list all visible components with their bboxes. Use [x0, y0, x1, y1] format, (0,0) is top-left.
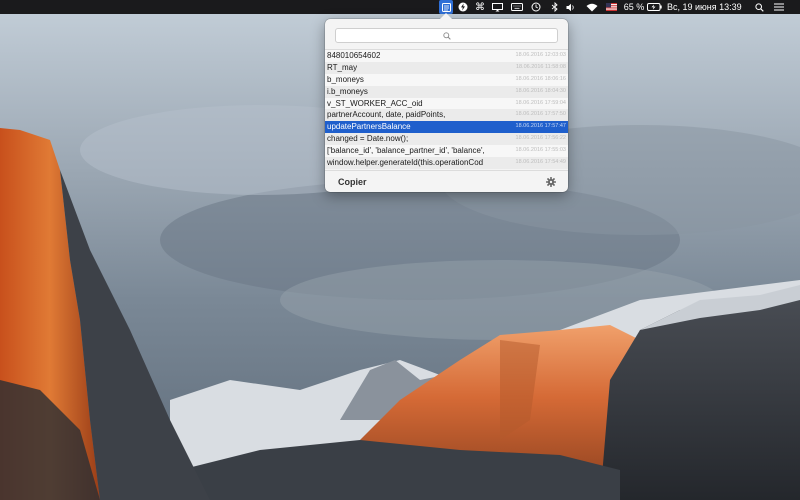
clipboard-item-time: 18.06.2016 17:57:47 [515, 123, 566, 130]
clipboard-item-text: RT_may [327, 62, 358, 72]
search-input[interactable] [336, 29, 557, 42]
clipboard-app-icon[interactable] [439, 0, 453, 14]
clipboard-item-text: partnerAccount, date, paidPoints, [327, 110, 446, 120]
menubar-clock[interactable]: Вс, 19 июня 13:39 [667, 0, 747, 14]
clipboard-item-text: ['balance_id', 'balance_partner_id', 'ba… [327, 146, 485, 156]
command-icon[interactable]: ⌘ [474, 0, 486, 14]
clipboard-item[interactable]: changed = Date.now(); 18.06.2016 17:56:22 [325, 133, 568, 146]
clipboard-item-time: 18.06.2016 17:54:49 [515, 159, 566, 166]
clipboard-item-text: b_moneys [327, 74, 364, 84]
clipboard-history-list: 848010654602 18.06.2016 12:03:03 RT_may 18.… [325, 49, 568, 187]
clipboard-item-time: 18.06.2016 18:06:16 [515, 75, 566, 82]
us-flag-icon[interactable] [604, 0, 618, 14]
clipboard-item-text: window.helper.generateId(this.operationC… [327, 158, 484, 168]
gear-icon[interactable] [546, 177, 556, 187]
clipboard-item-time: 18.06.2016 12:03:03 [515, 52, 566, 58]
battery-percent-label: 65 % [623, 2, 645, 12]
clipboard-item[interactable]: updatePartnersBalance 18.06.2016 17:57:47 [325, 121, 568, 134]
clipboard-item-text: 848010654602 [327, 51, 381, 60]
bluetooth-icon[interactable] [549, 0, 561, 14]
volume-icon[interactable] [565, 0, 577, 14]
clipboard-item-time: 18.06.2016 11:58:08 [515, 63, 566, 70]
list-icon[interactable] [772, 0, 786, 14]
search-field[interactable] [335, 28, 558, 43]
search-icon[interactable] [753, 0, 765, 14]
clipboard-item-time: 18.06.2016 18:04:30 [515, 87, 566, 94]
battery-icon[interactable] [645, 0, 663, 14]
clipboard-item[interactable]: v_ST_WORKER_ACC_oid 18.06.2016 17:59:04 [325, 97, 568, 110]
clipboard-item[interactable]: i.b_moneys 18.06.2016 18:04:30 [325, 85, 568, 98]
clock-label: Вс, 19 июня 13:39 [667, 2, 742, 12]
clipboard-item[interactable]: 848010654602 18.06.2016 12:03:03 [325, 50, 568, 62]
keyboard-icon[interactable] [510, 0, 524, 14]
popover-arrow [440, 13, 452, 19]
clipboard-item-time: 18.06.2016 17:59:04 [515, 99, 566, 106]
app-name-label: Copier [338, 177, 367, 187]
clipboard-item-text: v_ST_WORKER_ACC_oid [327, 98, 423, 108]
clipboard-item-text: changed = Date.now(); [327, 134, 409, 144]
display-icon[interactable] [491, 0, 504, 14]
time-machine-icon[interactable] [529, 0, 542, 14]
flash-icon[interactable] [457, 0, 469, 14]
clipboard-item-time: 18.06.2016 17:55:03 [515, 147, 566, 154]
clipboard-item-time: 18.06.2016 17:56:22 [515, 135, 566, 142]
clipboard-item[interactable]: b_moneys 18.06.2016 18:06:16 [325, 73, 568, 86]
clipboard-item[interactable]: partnerAccount, date, paidPoints, 18.06.2… [325, 109, 568, 122]
clipboard-item-text: i.b_moneys [327, 86, 368, 96]
clipboard-item-time: 18.06.2016 17:57:50 [515, 111, 566, 118]
clipboard-item[interactable]: RT_may 18.06.2016 11:58:08 [325, 61, 568, 74]
clipboard-popover: 848010654602 18.06.2016 12:03:03 RT_may 18.… [325, 13, 568, 193]
clipboard-item-text: updatePartnersBalance [327, 122, 411, 132]
wifi-icon[interactable] [585, 0, 599, 14]
clipboard-item[interactable]: window.helper.generateId(this.operationC… [325, 157, 568, 169]
popover-footer: Copier [325, 170, 568, 193]
menu-bar: ⌘ 65 % Вс, 19 июня 13:39 [0, 0, 800, 14]
clipboard-item[interactable]: ['balance_id', 'balance_partner_id', 'ba… [325, 145, 568, 158]
battery-percent[interactable]: 65 % [623, 0, 645, 14]
